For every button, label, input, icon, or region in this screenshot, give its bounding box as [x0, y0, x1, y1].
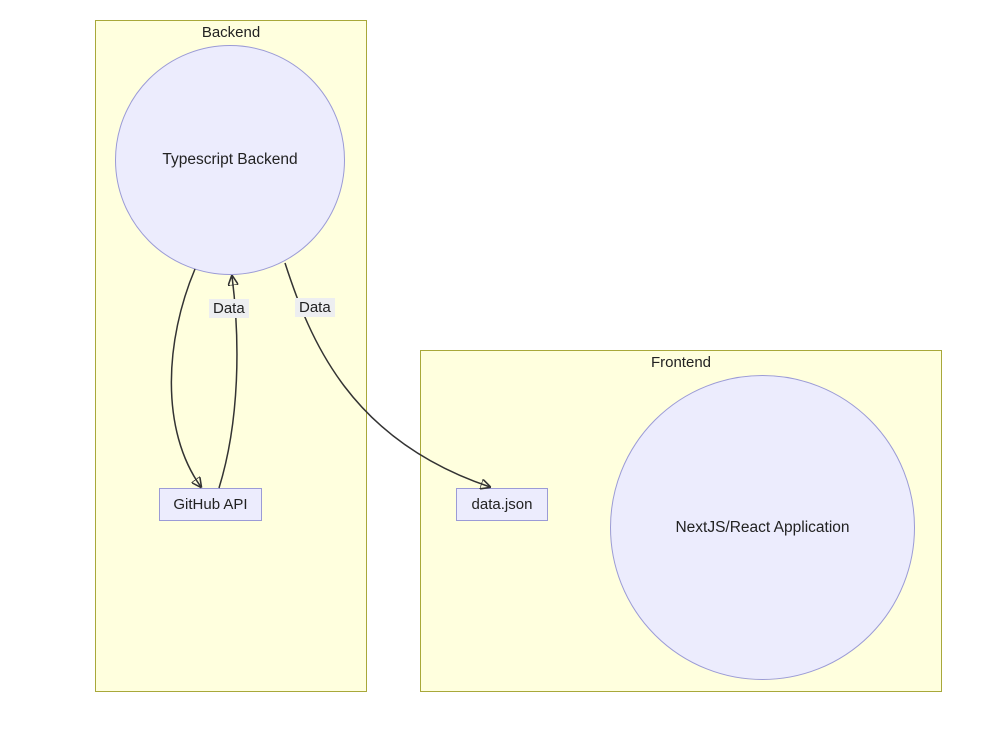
- node-github-api-label: GitHub API: [173, 496, 247, 513]
- group-backend-title: Backend: [96, 24, 366, 41]
- node-github-api: GitHub API: [159, 488, 262, 521]
- group-frontend-title: Frontend: [421, 354, 941, 371]
- node-typescript-backend: Typescript Backend: [115, 45, 345, 275]
- node-typescript-backend-label: Typescript Backend: [162, 151, 297, 169]
- node-data-json-label: data.json: [472, 496, 533, 513]
- edge-label-backend-to-github: Data: [209, 299, 249, 318]
- node-react-app: NextJS/React Application: [610, 375, 915, 680]
- node-data-json: data.json: [456, 488, 548, 521]
- diagram-canvas: Backend Frontend Typescript Backend GitH…: [0, 0, 1000, 750]
- node-react-app-label: NextJS/React Application: [675, 519, 849, 537]
- edge-label-backend-to-datajson: Data: [295, 298, 335, 317]
